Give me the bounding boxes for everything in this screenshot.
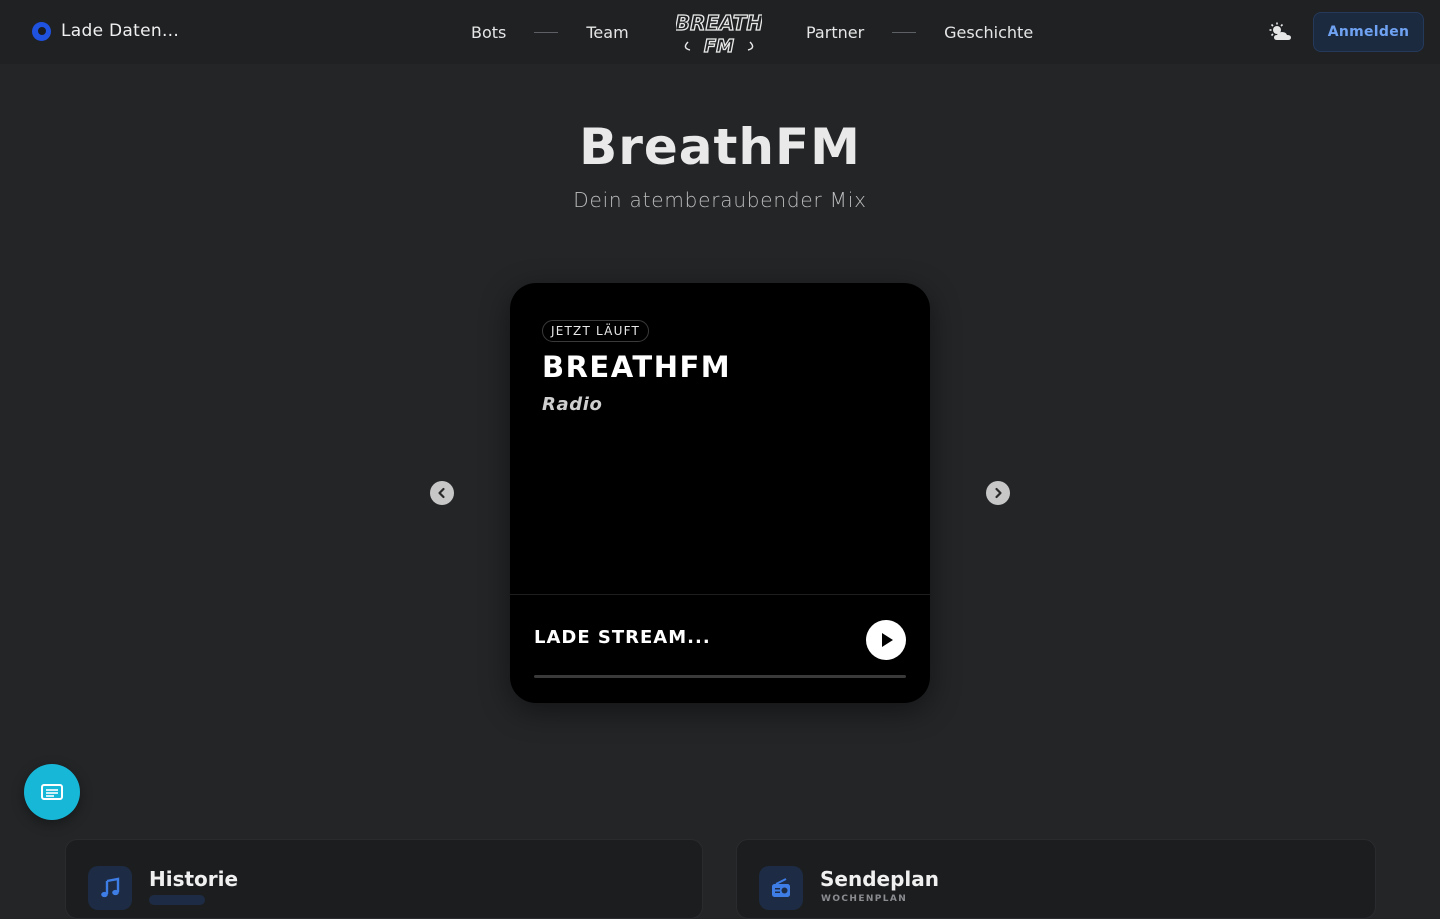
- chevron-left-icon: [438, 487, 445, 499]
- carousel-next-button[interactable]: [986, 481, 1010, 505]
- loading-status-text: Lade Daten...: [61, 21, 180, 41]
- chevron-right-icon: [995, 487, 1002, 499]
- play-icon: [882, 633, 893, 647]
- schedule-title: Sendeplan: [820, 867, 939, 891]
- nav-link-bots[interactable]: Bots: [471, 23, 506, 42]
- nav-separator: [892, 31, 917, 33]
- music-note-icon: [88, 866, 132, 910]
- schedule-subtitle: WOCHENPLAN: [821, 894, 908, 904]
- logo-text-top: BREATH: [676, 11, 762, 35]
- login-button[interactable]: Anmelden: [1313, 12, 1424, 52]
- nav-separator: [534, 31, 559, 33]
- loading-indicator-icon: [32, 21, 51, 41]
- nav-left: Bots Team: [471, 0, 629, 64]
- hero-title: BreathFM: [579, 118, 861, 176]
- logo-text-bottom: FM: [704, 36, 734, 56]
- loading-status: Lade Daten...: [32, 21, 179, 41]
- nav-link-geschichte[interactable]: Geschichte: [944, 23, 1033, 42]
- nav-link-team[interactable]: Team: [586, 23, 628, 42]
- stream-progress-bar[interactable]: [534, 675, 906, 678]
- hero-subtitle: Dein atemberaubender Mix: [573, 188, 867, 212]
- card-divider: [510, 594, 930, 595]
- player-card: JETZT LÄUFT BREATHFM Radio LADE STREAM..…: [510, 283, 930, 703]
- station-subtitle: Radio: [542, 394, 603, 415]
- nav-link-partner[interactable]: Partner: [806, 23, 864, 42]
- now-playing-badge: JETZT LÄUFT: [542, 320, 649, 342]
- history-panel: Historie: [65, 839, 703, 919]
- stream-status: LADE STREAM...: [534, 627, 711, 648]
- chat-button[interactable]: [24, 764, 80, 820]
- nav-right: Partner Geschichte: [806, 0, 1033, 64]
- schedule-panel: Sendeplan WOCHENPLAN: [736, 839, 1376, 919]
- carousel-prev-button[interactable]: [430, 481, 454, 505]
- station-title: BREATHFM: [542, 350, 732, 384]
- top-header: Lade Daten... Bots Team BREATH FM Partne…: [0, 0, 1440, 64]
- sun-cloud-icon[interactable]: [1268, 22, 1294, 42]
- breathfm-logo[interactable]: BREATH FM: [676, 8, 762, 56]
- radio-icon: [759, 866, 803, 910]
- history-title: Historie: [149, 867, 239, 891]
- play-button[interactable]: [866, 620, 906, 660]
- history-subtitle-placeholder: [149, 895, 205, 905]
- chat-icon: [41, 784, 63, 800]
